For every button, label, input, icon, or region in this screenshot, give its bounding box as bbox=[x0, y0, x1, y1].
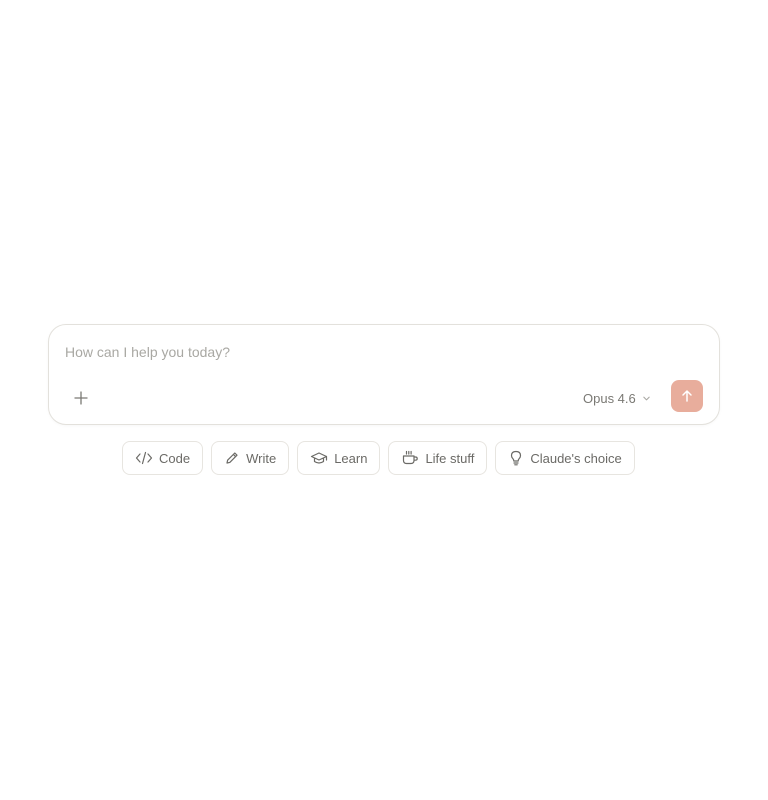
arrow-up-icon bbox=[682, 390, 692, 402]
prompt-input[interactable] bbox=[65, 341, 685, 363]
chip-write[interactable]: Write bbox=[211, 441, 290, 475]
graduation-cap-icon bbox=[311, 452, 328, 464]
attach-button[interactable] bbox=[67, 384, 95, 412]
model-label: Opus 4.6 bbox=[583, 390, 636, 406]
chip-label: Code bbox=[159, 450, 191, 466]
coffee-cup-icon bbox=[403, 450, 419, 465]
plus-icon bbox=[74, 391, 88, 405]
pencil-icon bbox=[226, 452, 238, 464]
chip-label: Write bbox=[246, 450, 277, 466]
lightbulb-icon bbox=[511, 450, 522, 466]
model-selector[interactable]: Opus 4.6 bbox=[583, 387, 651, 409]
page: Opus 4.6 Code Write bbox=[0, 0, 768, 800]
chip-life-stuff[interactable]: Life stuff bbox=[388, 441, 488, 475]
chip-label: Life stuff bbox=[425, 450, 475, 466]
send-button[interactable] bbox=[671, 380, 703, 412]
chip-code[interactable]: Code bbox=[122, 441, 204, 475]
chevron-down-icon bbox=[643, 396, 650, 400]
chip-claudes-choice[interactable]: Claude's choice bbox=[495, 441, 635, 475]
chip-label: Claude's choice bbox=[530, 450, 622, 466]
suggestion-chips: Code Write Learn Life stuff Claude's cho bbox=[122, 441, 635, 475]
chip-learn[interactable]: Learn bbox=[297, 441, 381, 475]
code-icon bbox=[135, 451, 153, 465]
message-composer: Opus 4.6 bbox=[48, 324, 720, 425]
chip-label: Learn bbox=[334, 450, 368, 466]
